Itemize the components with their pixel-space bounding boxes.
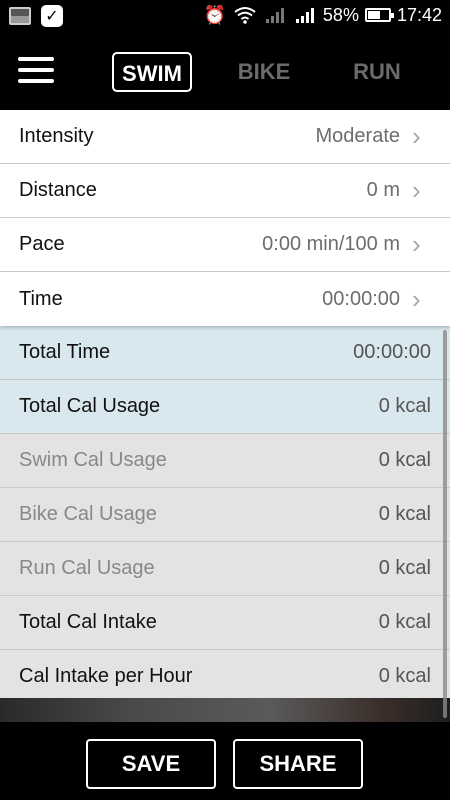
checkmark-icon: ✓ (40, 5, 64, 27)
row-label: Pace (19, 233, 65, 255)
share-button[interactable]: SHARE (233, 739, 363, 789)
row-value: 00:00:00 (322, 287, 400, 310)
row-value: 00:00:00 (353, 341, 431, 363)
total-cal-intake-row: Total Cal Intake 0 kcal (0, 596, 450, 650)
total-time-row: Total Time 00:00:00 (0, 326, 450, 380)
bike-cal-usage-row: Bike Cal Usage 0 kcal (0, 488, 450, 542)
row-label: Time (19, 287, 63, 310)
signal-icon (263, 4, 287, 26)
row-value: 0 kcal (378, 611, 431, 633)
distance-row[interactable]: Distance 0 m › (0, 164, 450, 218)
row-value: 0 kcal (378, 395, 431, 417)
row-label: Distance (19, 179, 97, 201)
total-cal-usage-row: Total Cal Usage 0 kcal (0, 380, 450, 434)
row-value: 0 m (366, 179, 400, 201)
input-list: Intensity Moderate › Distance 0 m › Pace… (0, 110, 450, 326)
calculator-content: Intensity Moderate › Distance 0 m › Pace… (0, 110, 450, 722)
swim-cal-usage-row: Swim Cal Usage 0 kcal (0, 434, 450, 488)
row-value: 0 kcal (378, 503, 431, 525)
row-label: Total Cal Usage (19, 395, 161, 417)
top-nav: SWIM BIKE RUN (0, 32, 450, 110)
tab-swim[interactable]: SWIM (112, 52, 192, 92)
row-label: Cal Intake per Hour (19, 665, 193, 687)
row-label: Total Cal Intake (19, 611, 157, 633)
row-value: 0 kcal (378, 665, 431, 687)
chevron-right-icon: › (412, 229, 421, 259)
alarm-icon: ⏰ (203, 4, 227, 25)
time-row[interactable]: Time 00:00:00 › (0, 272, 450, 326)
battery-icon (364, 8, 394, 22)
row-value: 0 kcal (378, 449, 431, 471)
row-label: Bike Cal Usage (19, 503, 157, 525)
bottom-action-bar: SAVE SHARE (0, 722, 450, 800)
row-label: Run Cal Usage (19, 557, 155, 579)
row-label: Total Time (19, 341, 111, 363)
signal-icon (293, 4, 317, 26)
hamburger-menu-icon[interactable] (18, 57, 54, 87)
pace-row[interactable]: Pace 0:00 min/100 m › (0, 218, 450, 272)
image-icon (8, 5, 32, 27)
clock-time: 17:42 (396, 4, 442, 25)
tab-bike[interactable]: BIKE (228, 52, 300, 92)
status-bar: ✓ ⏰ 58% 17:42 (0, 0, 450, 32)
intensity-row[interactable]: Intensity Moderate › (0, 110, 450, 164)
battery-percent: 58% (322, 4, 359, 25)
chevron-right-icon: › (412, 283, 421, 314)
chevron-right-icon: › (412, 121, 421, 151)
row-value: Moderate (315, 125, 401, 147)
cal-intake-per-hour-row: Cal Intake per Hour 0 kcal (0, 650, 450, 704)
row-value: 0 kcal (378, 557, 431, 579)
row-label: Swim Cal Usage (19, 449, 167, 471)
wifi-icon (233, 4, 257, 26)
row-label: Intensity (19, 125, 94, 147)
background-photo (0, 698, 450, 722)
save-button[interactable]: SAVE (86, 739, 216, 789)
tab-run[interactable]: RUN (345, 52, 409, 92)
run-cal-usage-row: Run Cal Usage 0 kcal (0, 542, 450, 596)
chevron-right-icon: › (412, 175, 421, 205)
app-screen: ✓ ⏰ 58% 17:42 SWIM BIKE RUN Intensity Mo… (0, 0, 450, 800)
scrollbar[interactable] (443, 330, 447, 718)
row-value: 0:00 min/100 m (262, 233, 400, 255)
